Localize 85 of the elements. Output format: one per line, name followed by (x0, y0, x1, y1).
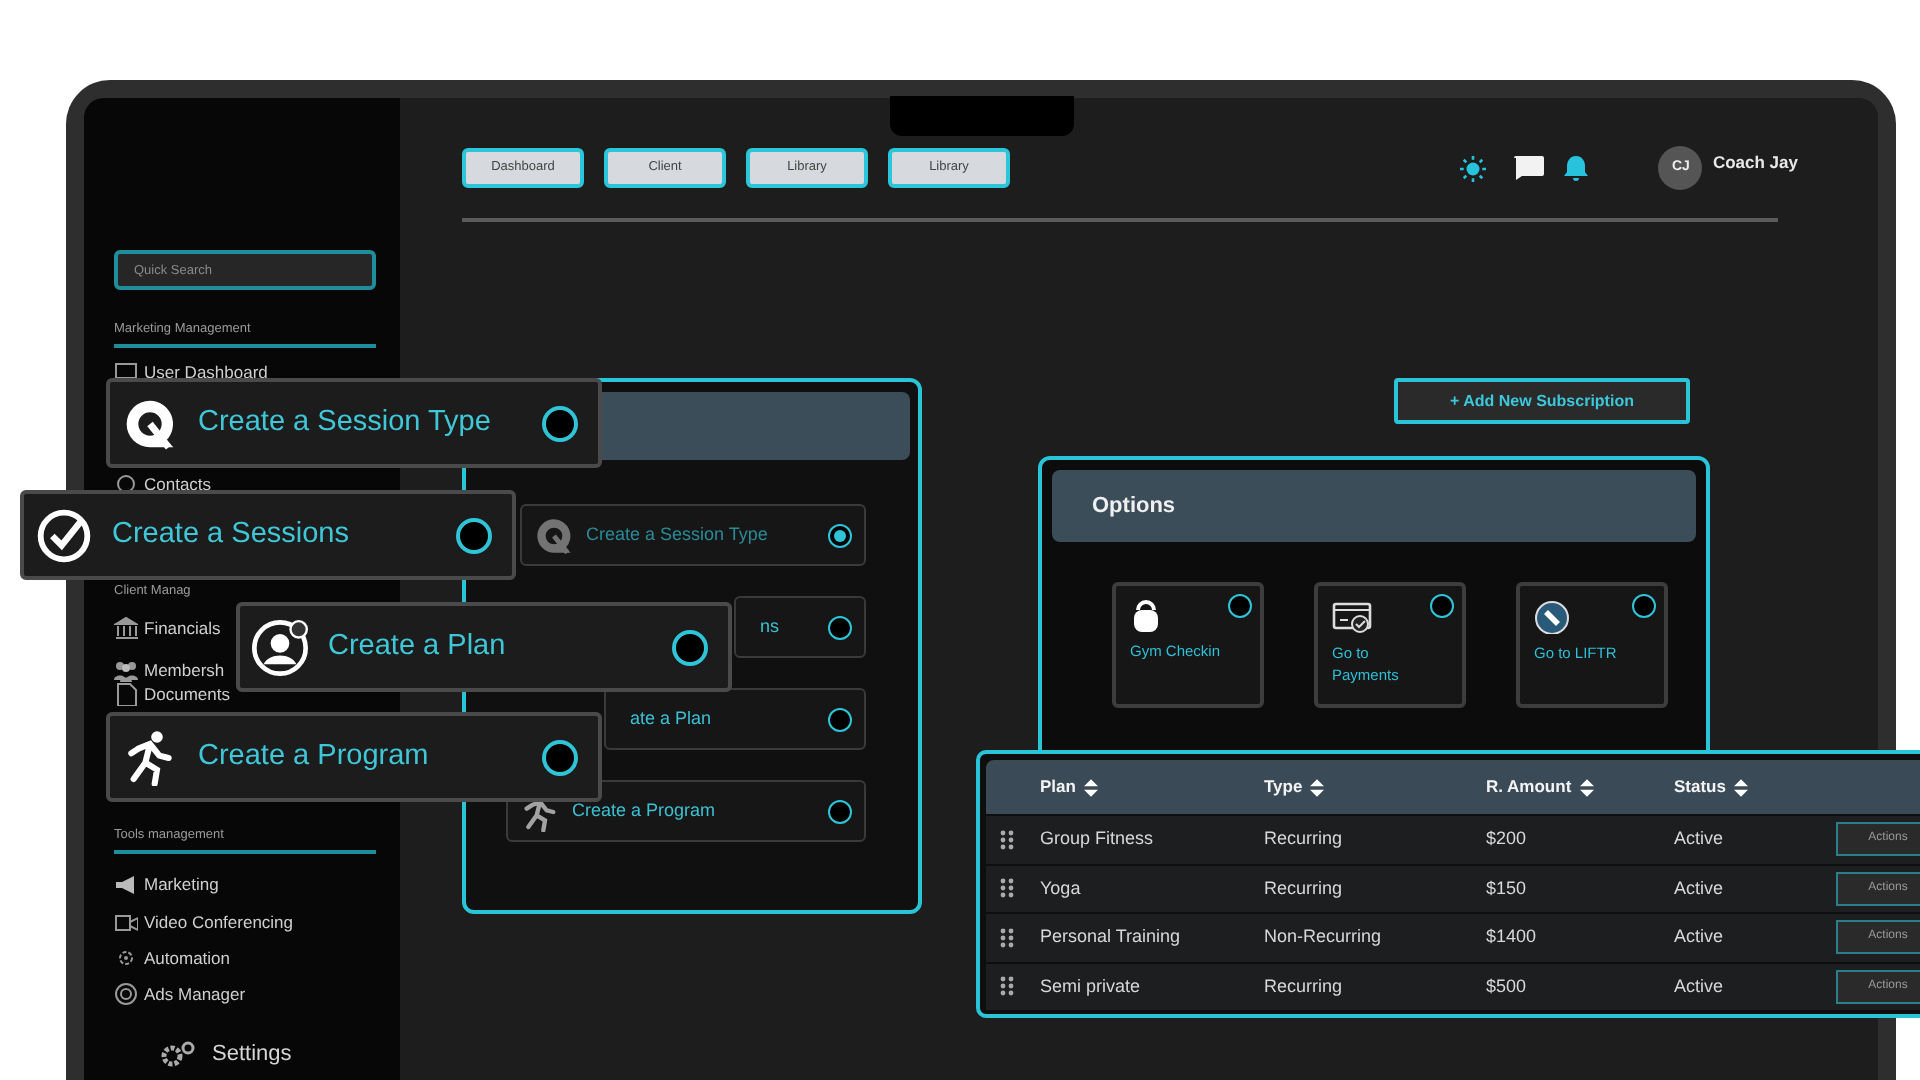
table-cell-text: Non-Recurring (1264, 924, 1384, 950)
sidebar-item[interactable]: Financials (144, 618, 221, 638)
sidebar-item[interactable]: Documents (144, 684, 230, 704)
table-cell-text: Yoga (1040, 875, 1083, 902)
table-cell-text: Active (1674, 826, 1726, 852)
drag-handle-icon (1000, 878, 1014, 899)
option-label: Create a Session Type (586, 521, 768, 548)
table-cell-text: $1400 (1486, 924, 1539, 950)
circle-icon (114, 472, 138, 496)
sort-icon (1733, 777, 1748, 797)
column-header[interactable]: Plan (1040, 774, 1076, 800)
card-label: Create a Session Type (198, 403, 491, 442)
sort-icon (1579, 777, 1594, 797)
q-logo-icon (122, 395, 178, 451)
radio-button[interactable] (828, 799, 852, 823)
sidebar-item[interactable]: Video Conferencing (144, 912, 294, 932)
table-cell-text: $500 (1486, 973, 1529, 999)
sidebar-item[interactable]: Marketing (144, 874, 219, 894)
option-label: ate a Plan (630, 705, 712, 732)
session-option[interactable]: Create a Program (506, 780, 866, 842)
option-label: Create a Program (572, 797, 716, 824)
table-cell-text: Active (1674, 875, 1726, 901)
drag-handle-icon (1000, 976, 1014, 997)
radio-button[interactable] (672, 629, 708, 665)
radio-button[interactable] (542, 405, 578, 441)
sun-icon (1460, 155, 1487, 181)
column-header[interactable]: R. Amount (1486, 774, 1572, 800)
card-label: Create a Program (198, 737, 429, 776)
table-cell-text: Active (1674, 924, 1726, 950)
table-cell-text: $150 (1486, 875, 1529, 901)
session-option-card[interactable]: Create a Sessions (20, 490, 516, 580)
radio-button[interactable] (1632, 594, 1656, 618)
column-header[interactable]: Type (1264, 774, 1303, 800)
table-cell-text: Recurring (1264, 826, 1345, 852)
table-cell-text: Semi private (1040, 973, 1143, 1000)
kettlebell-icon (1130, 600, 1162, 632)
card-label: Create a Sessions (112, 515, 349, 554)
session-option-card[interactable]: Create a Plan (236, 602, 732, 692)
table-cell-text: Active (1674, 973, 1726, 999)
session-option[interactable]: Create a Session Type (520, 504, 866, 566)
radio-button[interactable] (828, 615, 852, 639)
radio-button[interactable] (828, 707, 852, 731)
document-icon (114, 682, 138, 706)
people-icon (114, 658, 138, 682)
session-option[interactable]: ate a Plan (604, 688, 866, 750)
sidebar-item[interactable]: User Dashboard (144, 362, 268, 382)
radio-button[interactable] (828, 523, 852, 547)
megaphone-icon (114, 872, 138, 896)
person-plus-icon (252, 619, 308, 675)
drag-handle-icon (1000, 829, 1014, 850)
column-header[interactable]: Status (1674, 774, 1726, 800)
session-option[interactable]: ns (734, 596, 866, 658)
table-cell-text: Recurring (1264, 973, 1345, 1000)
target-icon (114, 982, 138, 1006)
chat-icon (1514, 156, 1545, 180)
session-option-card[interactable]: Create a Session Type (106, 378, 602, 468)
q-logo-icon (534, 515, 574, 555)
session-option-card[interactable]: Create a Program (106, 712, 602, 802)
sort-icon (1310, 777, 1325, 797)
options-title: Options (1092, 491, 1176, 522)
gears-icon (160, 1040, 196, 1068)
sort-icon (1083, 777, 1098, 797)
card-check-icon (1332, 600, 1372, 634)
bank-icon (114, 616, 138, 640)
add-subscription-button[interactable]: + Add New Subscription (1394, 378, 1690, 424)
sidebar-item[interactable]: Automation (144, 948, 230, 968)
radio-button[interactable] (456, 517, 492, 553)
table-cell-text: Group Fitness (1040, 826, 1156, 852)
runner-icon (122, 729, 178, 785)
table-cell-text: Recurring (1264, 875, 1345, 902)
option-label: ns (760, 613, 780, 640)
bell-icon (1564, 155, 1589, 181)
table-cell-text: $200 (1486, 826, 1529, 852)
radio-button[interactable] (1430, 594, 1454, 618)
table-cell-text: Personal Training (1040, 924, 1183, 950)
radio-button[interactable] (542, 739, 578, 775)
sidebar-item[interactable]: Ads Manager (144, 984, 246, 1004)
sidebar-item[interactable]: Settings (212, 1042, 292, 1066)
radio-button[interactable] (1228, 594, 1252, 618)
user-name: Coach Jay (1712, 150, 1798, 176)
video-camera-icon (114, 910, 138, 934)
sidebar-item[interactable]: Membersh (144, 660, 225, 680)
sidebar-item[interactable]: Contacts (144, 474, 212, 494)
card-label: Create a Plan (328, 627, 506, 666)
drag-handle-icon (1000, 927, 1014, 948)
